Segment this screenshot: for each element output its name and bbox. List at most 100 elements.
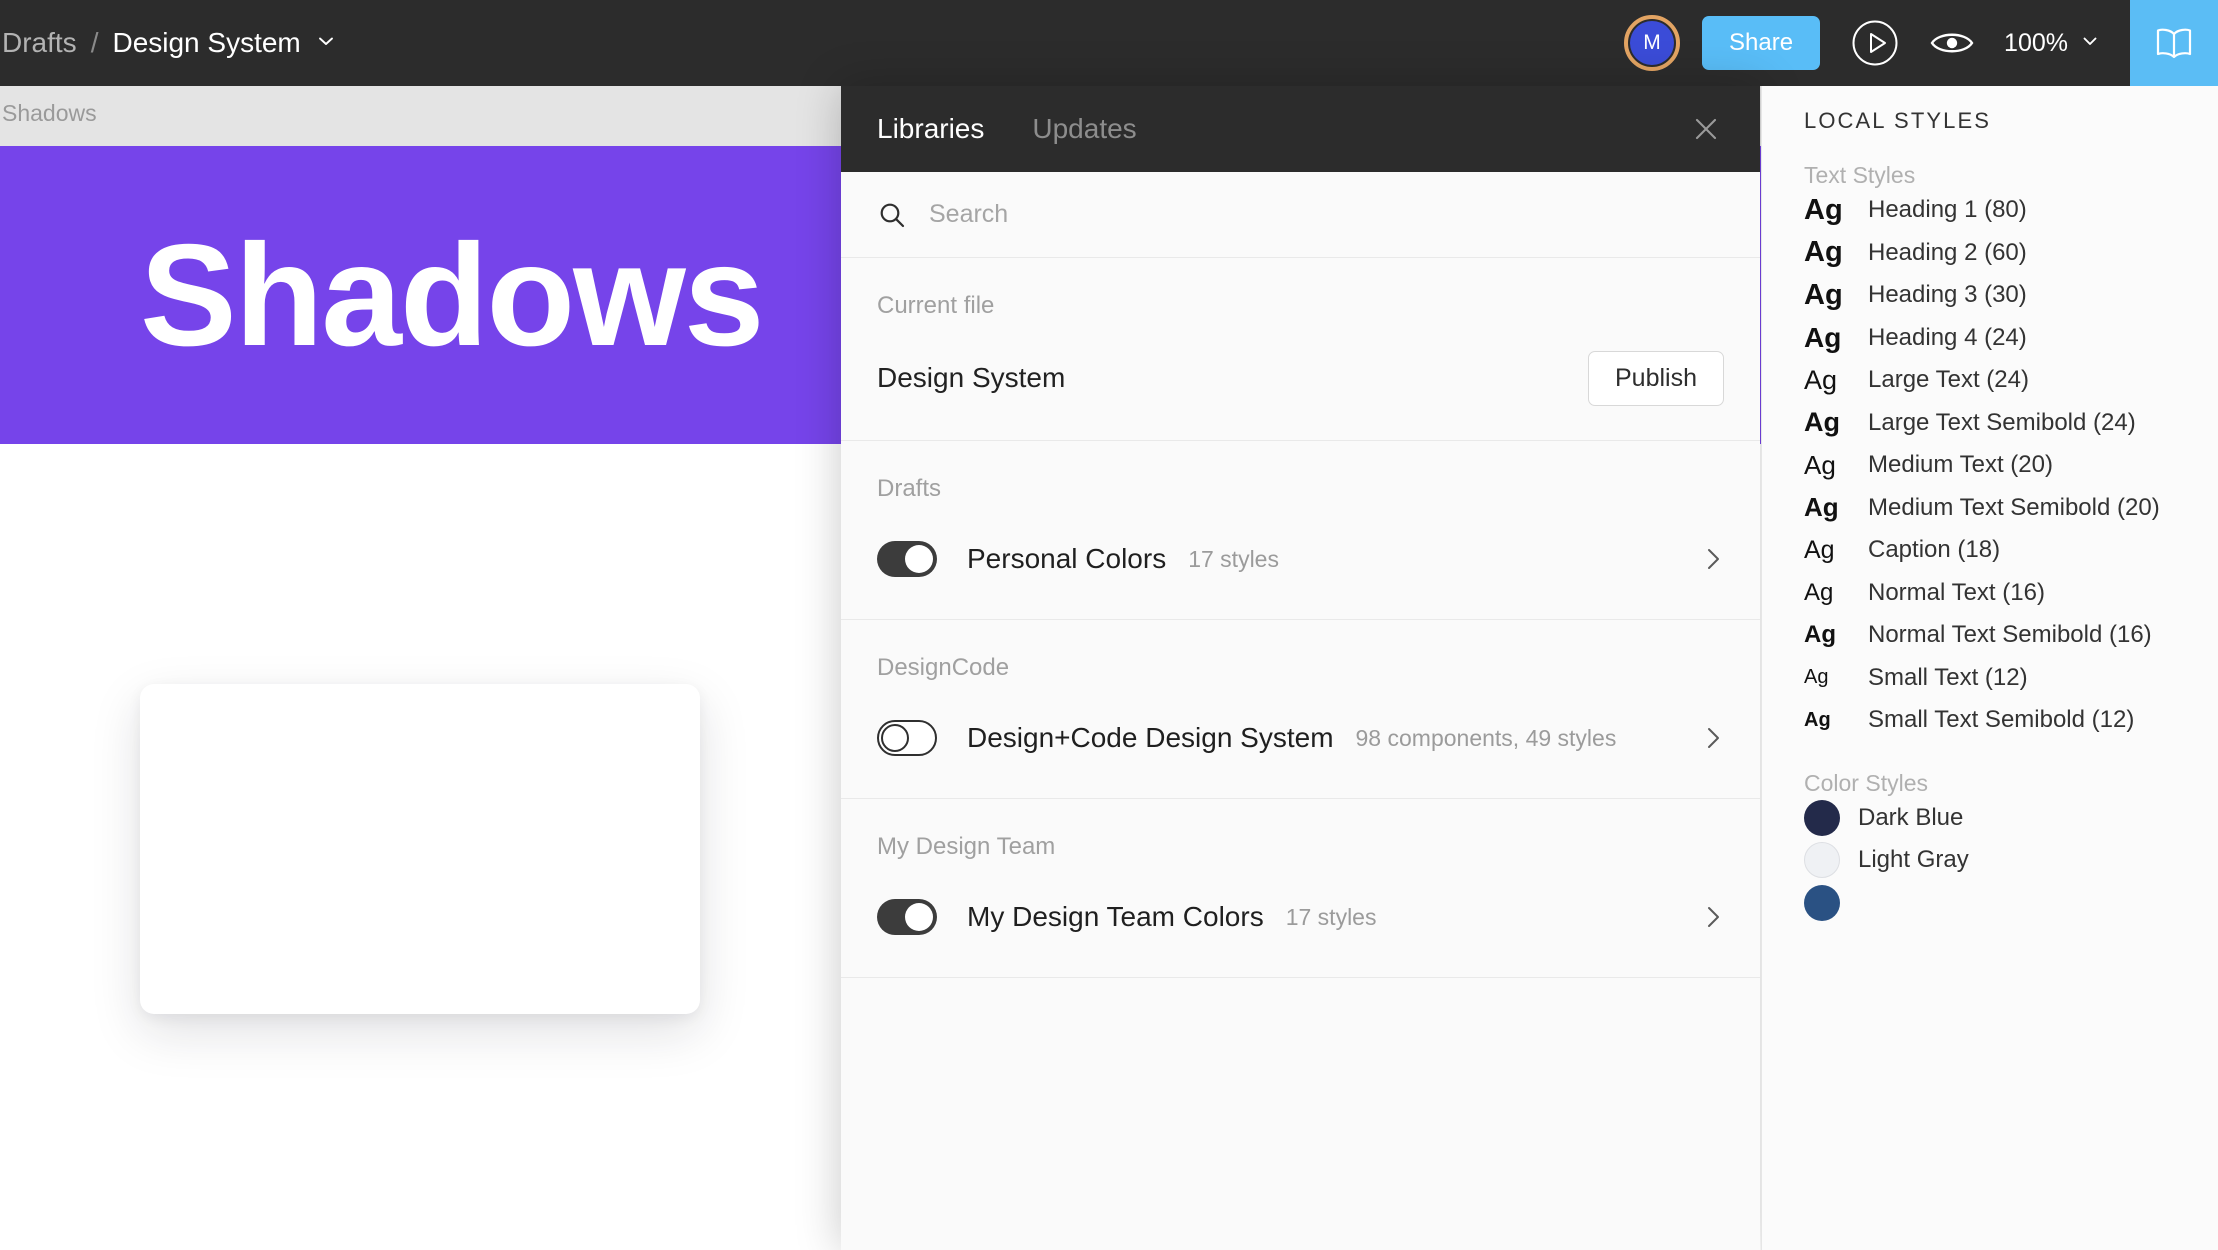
search-icon [877, 200, 907, 230]
toggle-knob [880, 723, 909, 752]
libraries-modal: Libraries Updates Current file Design Sy… [841, 86, 1760, 1250]
text-style-preview: Ag [1804, 535, 1835, 564]
group-label: Drafts [877, 475, 942, 502]
toolbar-actions: M Share 100% [1624, 0, 2218, 86]
text-style-preview: Ag [1804, 278, 1843, 311]
color-style-row[interactable]: Light Gray [1762, 839, 2218, 882]
library-name: Personal Colors [967, 543, 1167, 574]
current-file-section: Current file Design System Publish [841, 258, 1760, 441]
text-style-name: Heading 2 (60) [1868, 238, 2027, 266]
toggle-knob [905, 903, 933, 931]
library-row[interactable]: Personal Colors 17 styles [841, 529, 1760, 589]
library-group-designcode: DesignCode Design+Code Design System 98 … [841, 620, 1760, 799]
zoom-control[interactable]: 100% [2004, 29, 2100, 58]
section-label-current-file: Current file [877, 292, 995, 319]
text-style-name: Small Text Semibold (12) [1868, 706, 2135, 734]
text-style-name: Heading 1 (80) [1868, 196, 2027, 224]
frame-headline: Shadows [140, 213, 764, 376]
text-style-preview: Ag [1804, 578, 1834, 606]
text-style-row[interactable]: Ag Heading 3 (30) [1762, 274, 2218, 317]
play-circle-icon[interactable] [1846, 14, 1904, 72]
text-style-name: Medium Text (20) [1868, 451, 2053, 479]
empty-card[interactable] [140, 684, 700, 1014]
color-swatch [1804, 842, 1840, 879]
text-style-row[interactable]: Ag Large Text Semibold (24) [1762, 402, 2218, 445]
group-label: My Design Team [877, 833, 1056, 860]
eye-icon[interactable] [1924, 15, 1980, 71]
library-name: Design+Code Design System [967, 722, 1334, 753]
library-name: My Design Team Colors [967, 901, 1264, 932]
color-swatch [1804, 884, 1840, 921]
current-file-row: Design System Publish [841, 346, 1760, 410]
text-style-preview: Ag [1804, 449, 1836, 480]
library-toggle[interactable] [877, 899, 937, 935]
breadcrumb: Drafts / Design System [0, 27, 337, 59]
text-style-name: Caption (18) [1868, 536, 2001, 564]
text-styles-list: Ag Heading 1 (80) Ag Heading 2 (60) Ag Headin… [1762, 189, 2218, 742]
local-styles-panel: LOCAL STYLES Text Styles Ag Heading 1 (80… [1761, 86, 2218, 1250]
text-style-preview: Ag [1804, 193, 1843, 226]
text-style-preview: Ag [1804, 364, 1838, 395]
library-meta: 17 styles [1285, 903, 1377, 930]
text-styles-label: Text Styles [1804, 162, 1916, 188]
text-style-row[interactable]: Ag Heading 2 (60) [1762, 232, 2218, 275]
group-label: DesignCode [877, 654, 1010, 681]
text-style-row[interactable]: Ag Normal Text (16) [1762, 572, 2218, 615]
text-style-preview: Ag [1804, 321, 1842, 353]
text-style-preview: Ag [1804, 236, 1843, 269]
text-style-name: Normal Text (16) [1868, 578, 2045, 606]
library-search-row[interactable] [841, 172, 1760, 258]
toggle-knob [905, 545, 933, 573]
breadcrumb-drafts[interactable]: Drafts [0, 27, 77, 59]
color-styles-label: Color Styles [1804, 769, 1928, 796]
chevron-right-icon[interactable] [1702, 545, 1724, 573]
text-style-row[interactable]: Ag Large Text (24) [1762, 359, 2218, 402]
text-style-preview: Ag [1804, 407, 1840, 438]
text-style-row[interactable]: Ag Heading 4 (24) [1762, 317, 2218, 360]
text-style-row[interactable]: Ag Heading 1 (80) [1762, 189, 2218, 232]
text-style-row[interactable]: Ag Caption (18) [1762, 529, 2218, 572]
chevron-right-icon[interactable] [1702, 724, 1724, 752]
chevron-down-icon[interactable] [315, 30, 337, 57]
avatar[interactable]: M [1624, 15, 1680, 71]
text-style-name: Large Text Semibold (24) [1868, 408, 2136, 436]
text-style-name: Heading 3 (30) [1868, 281, 2027, 309]
publish-button[interactable]: Publish [1588, 350, 1724, 406]
text-style-preview: Ag [1804, 666, 1829, 689]
text-style-preview: Ag [1804, 621, 1836, 649]
search-input[interactable] [929, 200, 1529, 229]
zoom-level-label: 100% [2004, 28, 2068, 57]
text-style-name: Normal Text Semibold (16) [1868, 621, 2152, 649]
app-root: Drafts / Design System M Share 100% Shad… [0, 0, 2218, 1250]
text-style-row[interactable]: Ag Small Text Semibold (12) [1762, 699, 2218, 742]
text-style-name: Large Text (24) [1868, 366, 2029, 394]
color-style-row[interactable] [1762, 882, 2218, 925]
text-style-row[interactable]: Ag Medium Text (20) [1762, 444, 2218, 487]
text-style-preview: Ag [1804, 492, 1839, 523]
open-book-icon[interactable] [2130, 0, 2218, 86]
frame-label[interactable]: Shadows [0, 86, 97, 127]
file-name-label[interactable]: Design System [112, 27, 300, 59]
library-group-drafts: Drafts Personal Colors 17 styles [841, 441, 1760, 620]
text-style-name: Small Text (12) [1868, 663, 2028, 691]
library-toggle[interactable] [877, 720, 937, 756]
library-meta: 98 components, 49 styles [1355, 724, 1617, 751]
current-file-name: Design System [877, 362, 1066, 393]
share-button[interactable]: Share [1702, 16, 1821, 70]
chevron-right-icon[interactable] [1702, 903, 1724, 931]
library-meta: 17 styles [1188, 545, 1279, 572]
library-toggle[interactable] [877, 541, 937, 577]
close-icon[interactable] [1686, 109, 1726, 149]
chevron-down-icon [2080, 29, 2100, 58]
color-style-name: Dark Blue [1858, 803, 1964, 831]
color-style-row[interactable]: Dark Blue [1762, 797, 2218, 840]
library-row[interactable]: Design+Code Design System 98 components,… [841, 708, 1760, 768]
library-row[interactable]: My Design Team Colors 17 styles [841, 887, 1760, 947]
tab-libraries[interactable]: Libraries [877, 113, 984, 145]
tab-updates[interactable]: Updates [1032, 113, 1136, 145]
text-style-row[interactable]: Ag Medium Text Semibold (20) [1762, 487, 2218, 530]
text-style-row[interactable]: Ag Normal Text Semibold (16) [1762, 614, 2218, 657]
text-style-row[interactable]: Ag Small Text (12) [1762, 657, 2218, 700]
color-styles-list: Dark Blue Light Gray [1762, 797, 2218, 925]
text-style-preview: Ag [1804, 708, 1831, 731]
